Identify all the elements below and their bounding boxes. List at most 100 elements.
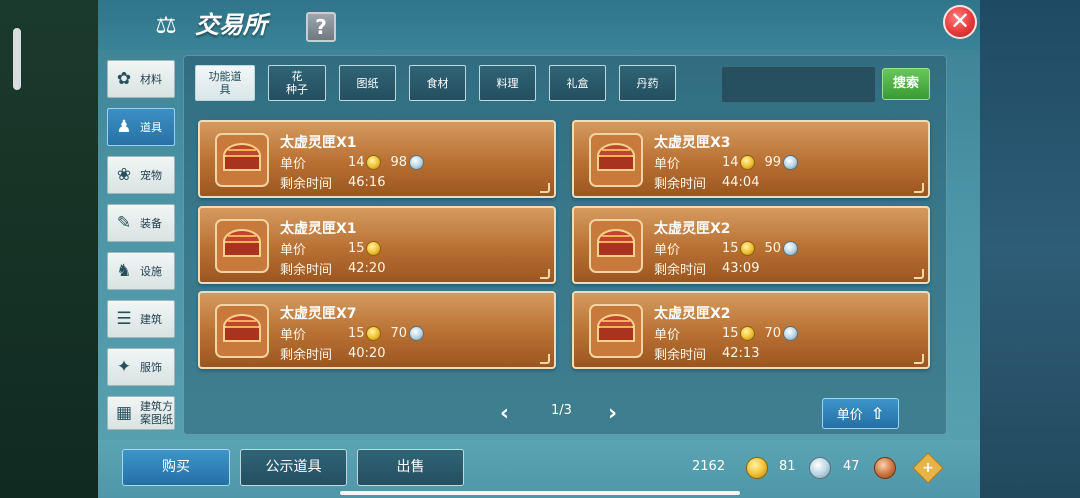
sidebar-item-blueprint[interactable]: ▦ 建筑方 案图纸 — [107, 396, 175, 430]
sidebar-item-clothing[interactable]: ✦ 服饰 — [107, 348, 175, 386]
gold-coin-icon — [740, 241, 755, 256]
page-indicator: 1/3 — [551, 403, 572, 418]
gold-coin-icon — [740, 155, 755, 170]
time-row: 剩余时间 42:20 — [280, 259, 385, 278]
gold-coin-icon — [366, 241, 381, 256]
price-label: 单价 — [280, 243, 307, 258]
clothing-icon: ✦ — [116, 357, 132, 377]
home-indicator[interactable] — [340, 491, 740, 495]
tab-flower-seeds[interactable]: 花种子 — [268, 65, 326, 101]
sidebar-item-pets[interactable]: ❀ 宠物 — [107, 156, 175, 194]
sidebar-item-tools[interactable]: ♟ 道具 — [107, 108, 175, 146]
corner-ornament — [914, 183, 924, 193]
chest-icon — [589, 133, 643, 187]
tab-label: 食材 — [426, 76, 449, 90]
sell-button[interactable]: 出售 — [357, 449, 464, 486]
sidebar-item-building[interactable]: ☰ 建筑 — [107, 300, 175, 338]
search-button[interactable]: 搜索 — [882, 68, 930, 100]
prev-page-icon[interactable]: ‹ — [500, 401, 509, 426]
item-name: 太虚灵匣X2 — [654, 306, 731, 322]
tab-ingredients[interactable]: 食材 — [409, 65, 466, 101]
time-label: 剩余时间 — [654, 177, 707, 192]
background-right — [980, 0, 1080, 498]
listing-card[interactable]: 太虚灵匣X1 单价 15 剩余时间 42:20 — [198, 206, 556, 284]
price-gold: 14 — [722, 155, 739, 170]
scales-icon: ⚖ — [155, 11, 177, 39]
sort-by-price-button[interactable]: 单价 ⇧ — [822, 398, 899, 429]
tab-label: 花种子 — [286, 70, 308, 96]
tab-label: 功能道具 — [208, 70, 242, 96]
sidebar-item-equipment[interactable]: ✎ 装备 — [107, 204, 175, 242]
sidebar-item-label: 宠物 — [140, 168, 162, 182]
gold-coin-icon — [746, 457, 768, 479]
chest-icon — [215, 133, 269, 187]
price-silver: 98 — [390, 155, 407, 170]
time-remaining: 46:16 — [348, 175, 386, 190]
public-items-button[interactable]: 公示道具 — [240, 449, 347, 486]
tab-function-tools[interactable]: 功能道具 — [195, 65, 255, 101]
copper-coin-icon — [874, 457, 896, 479]
price-gold: 15 — [348, 326, 365, 341]
gold-coin-icon — [366, 326, 381, 341]
tab-gift-box[interactable]: 礼盒 — [549, 65, 606, 101]
paw-icon: ❀ — [116, 165, 132, 185]
price-row: 单价 15 70 — [654, 324, 798, 343]
price-gold: 15 — [348, 241, 365, 256]
listing-card[interactable]: 太虚灵匣X1 单价 14 98 剩余时间 46:16 — [198, 120, 556, 198]
gold-coin-icon — [366, 155, 381, 170]
time-remaining: 44:04 — [722, 175, 760, 190]
sidebar-item-materials[interactable]: ✿ 材料 — [107, 60, 175, 98]
time-label: 剩余时间 — [280, 263, 333, 278]
corner-ornament — [540, 354, 550, 364]
tab-blueprints[interactable]: 图纸 — [339, 65, 396, 101]
help-button[interactable]: ? — [306, 12, 336, 42]
chest-icon — [215, 304, 269, 358]
price-gold: 15 — [722, 326, 739, 341]
price-silver: 70 — [764, 326, 781, 341]
equipment-icon: ✎ — [116, 213, 132, 233]
blueprint-icon: ▦ — [115, 403, 133, 423]
sidebar-item-label: 设施 — [140, 264, 162, 278]
listing-card[interactable]: 太虚灵匣X3 单价 14 99 剩余时间 44:04 — [572, 120, 930, 198]
corner-ornament — [540, 183, 550, 193]
item-name: 太虚灵匣X2 — [654, 221, 731, 237]
gold-coin-icon — [740, 326, 755, 341]
price-silver: 99 — [764, 155, 781, 170]
sidebar-item-facility[interactable]: ♞ 设施 — [107, 252, 175, 290]
tab-label: 礼盒 — [566, 76, 589, 90]
next-page-icon[interactable]: › — [608, 401, 617, 426]
price-row: 单价 15 50 — [654, 239, 798, 258]
silver-coin-icon — [409, 155, 424, 170]
buy-button[interactable]: 购买 — [122, 449, 230, 486]
silver-coin-icon — [783, 326, 798, 341]
sidebar-item-label: 建筑方 案图纸 — [140, 400, 173, 426]
time-row: 剩余时间 46:16 — [280, 173, 385, 192]
scroll-indicator[interactable] — [13, 28, 21, 90]
search-input[interactable] — [721, 66, 876, 103]
time-remaining: 43:09 — [722, 261, 760, 276]
time-label: 剩余时间 — [654, 263, 707, 278]
corner-ornament — [914, 269, 924, 279]
listing-card[interactable]: 太虚灵匣X2 单价 15 70 剩余时间 42:13 — [572, 291, 930, 369]
sidebar-item-label: 装备 — [140, 216, 162, 230]
silver-coin-icon — [783, 155, 798, 170]
price-label: 单价 — [280, 157, 307, 172]
sidebar-item-label: 材料 — [140, 72, 162, 86]
gold-balance: 2162 — [692, 459, 726, 474]
time-remaining: 40:20 — [348, 346, 386, 361]
time-row: 剩余时间 44:04 — [654, 173, 759, 192]
item-name: 太虚灵匣X3 — [654, 135, 731, 151]
close-button[interactable]: ✕ — [943, 5, 977, 39]
page-title: 交易所 — [195, 10, 267, 39]
tab-elixir[interactable]: 丹药 — [619, 65, 676, 101]
time-label: 剩余时间 — [280, 177, 333, 192]
price-label: 单价 — [654, 243, 681, 258]
listing-card[interactable]: 太虚灵匣X2 单价 15 50 剩余时间 43:09 — [572, 206, 930, 284]
price-label: 单价 — [654, 328, 681, 343]
plus-icon: + — [922, 460, 934, 476]
facility-icon: ♞ — [116, 261, 132, 281]
price-silver: 50 — [764, 241, 781, 256]
tab-cooking[interactable]: 料理 — [479, 65, 536, 101]
price-gold: 15 — [722, 241, 739, 256]
listing-card[interactable]: 太虚灵匣X7 单价 15 70 剩余时间 40:20 — [198, 291, 556, 369]
